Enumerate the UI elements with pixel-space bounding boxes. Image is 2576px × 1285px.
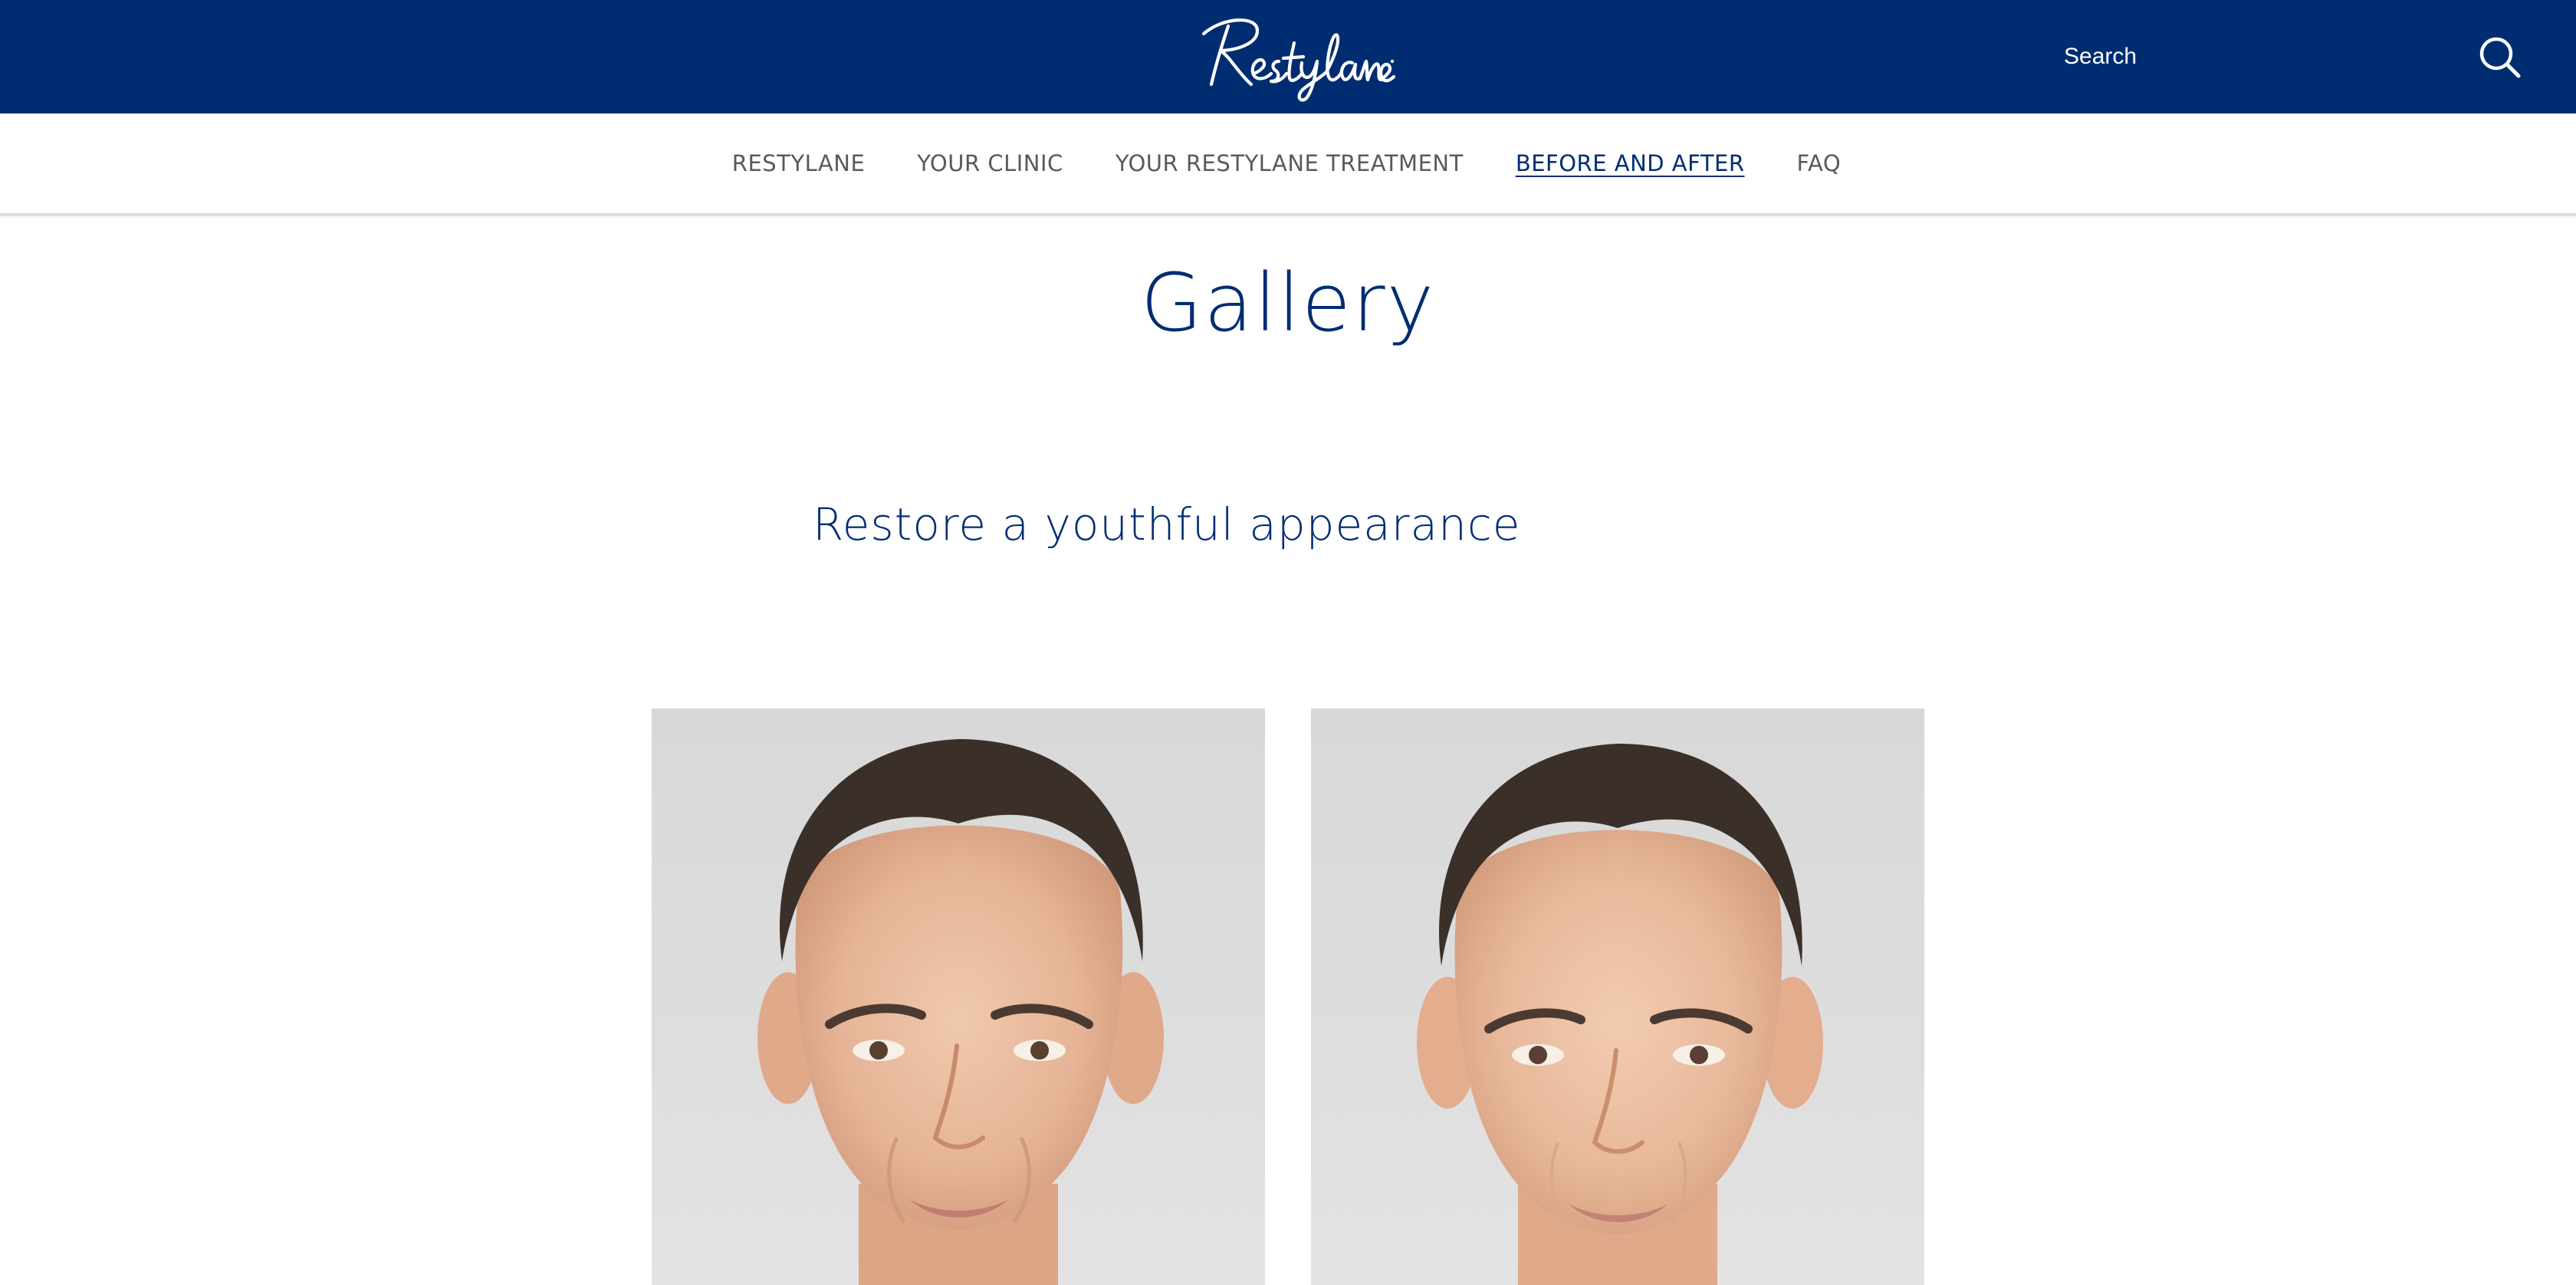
restylane-logo[interactable] <box>1181 11 1395 103</box>
nav-item-your-restylane-treatment[interactable]: YOUR RESTYLANE TREATMENT <box>1116 150 1464 176</box>
man-portrait-illustration <box>1417 744 1823 1285</box>
restylane-logo-wordmark <box>1201 18 1395 102</box>
nav-item-your-clinic[interactable]: YOUR CLINIC <box>917 150 1063 176</box>
gallery-photo-before[interactable] <box>652 708 1265 1285</box>
main-navigation: RESTYLANE YOUR CLINIC YOUR RESTYLANE TRE… <box>0 113 2576 216</box>
nav-item-faq[interactable]: FAQ <box>1797 150 1842 176</box>
section-heading: Restore a youthful appearance <box>813 498 1521 550</box>
nav-item-restylane[interactable]: RESTYLANE <box>732 150 866 176</box>
man-portrait-illustration <box>757 739 1164 1285</box>
gallery-photo-after[interactable] <box>1311 708 1924 1285</box>
nav-item-before-and-after[interactable]: BEFORE AND AFTER <box>1516 150 1745 176</box>
nav-list: RESTYLANE YOUR CLINIC YOUR RESTYLANE TRE… <box>0 113 2576 213</box>
top-header-bar: Search <box>0 0 2576 113</box>
page-title: Gallery <box>1140 256 1436 350</box>
search-icon[interactable] <box>2476 34 2522 80</box>
search-input[interactable]: Search <box>2064 40 2137 74</box>
